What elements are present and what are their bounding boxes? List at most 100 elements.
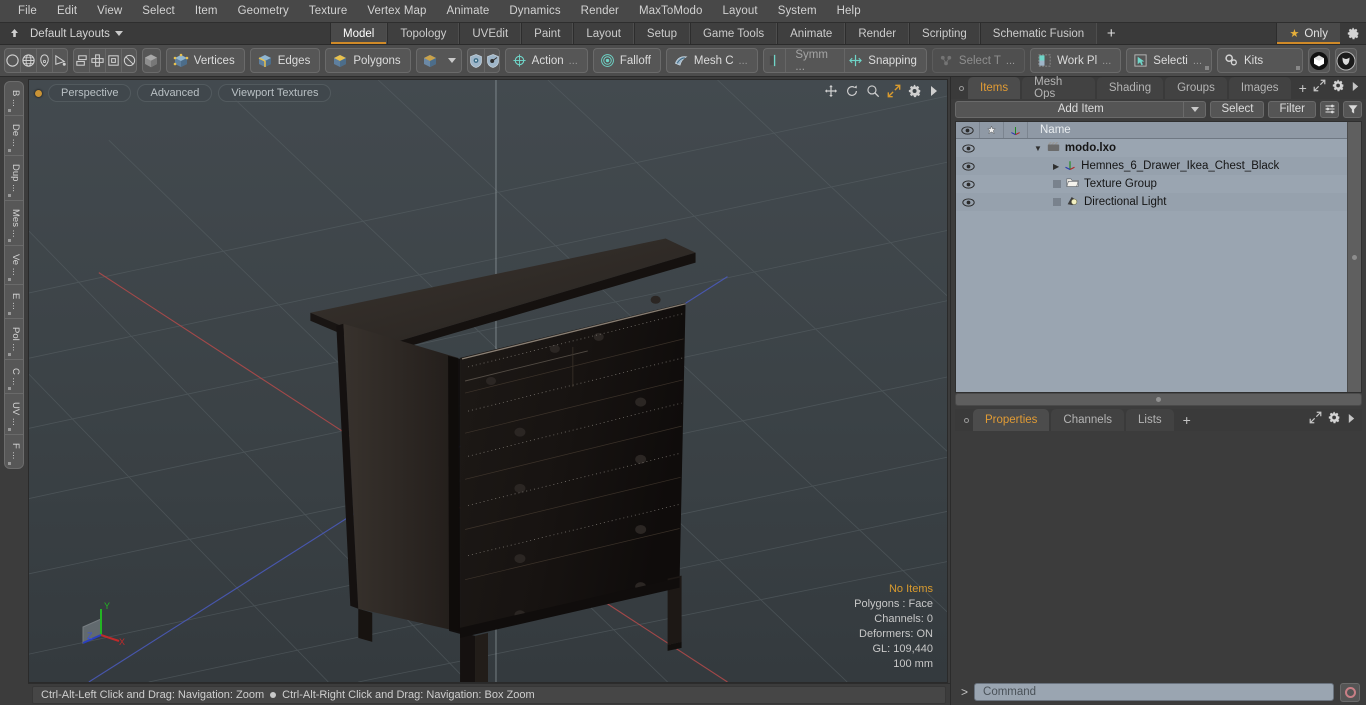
viewport-3d[interactable]: Perspective Advanced Viewport Textures Y… [28, 79, 948, 683]
row-visibility-eye-icon[interactable] [956, 197, 980, 207]
menu-item-edit[interactable]: Edit [47, 3, 87, 19]
pen-icon[interactable] [37, 49, 53, 72]
tab-lists[interactable]: Lists [1126, 409, 1174, 431]
tab-setup[interactable]: Setup [633, 23, 690, 44]
tab-schematic-fusion[interactable]: Schematic Fusion [979, 23, 1098, 44]
item-row-texture-group[interactable]: Texture Group [1028, 177, 1347, 191]
tab-model[interactable]: Model [330, 23, 388, 44]
selection-mode-vertices[interactable]: Vertices [165, 48, 245, 73]
move-icon[interactable] [824, 84, 838, 98]
viewport-view-mode[interactable]: Perspective [48, 84, 132, 102]
menu-item-geometry[interactable]: Geometry [228, 3, 299, 19]
rotate-icon[interactable] [845, 84, 859, 98]
column-add-icon[interactable] [980, 122, 1004, 138]
snapping-icon[interactable] [843, 49, 867, 72]
expander-down-icon[interactable]: ▼ [1034, 144, 1042, 153]
column-axis-icon[interactable] [1004, 122, 1028, 138]
selection-set-selector[interactable]: Selecti ... [1126, 48, 1212, 73]
item-mode-cube-button[interactable] [415, 48, 444, 73]
tab-mesh-ops[interactable]: Mesh Ops [1022, 76, 1095, 100]
vtab-mesh[interactable]: Mes ... [5, 201, 23, 247]
menu-item-file[interactable]: File [8, 3, 47, 19]
menu-item-help[interactable]: Help [827, 3, 871, 19]
item-list-horizontal-scrollbar[interactable] [955, 393, 1362, 406]
tab-channels[interactable]: Channels [1051, 409, 1125, 431]
vtab-basic[interactable]: B ... [5, 82, 23, 116]
layout-gear-icon[interactable] [1340, 23, 1366, 44]
menu-item-animate[interactable]: Animate [437, 3, 500, 19]
table-row[interactable]: ▶ Hemnes_6_Drawer_Ikea_Chest_Black [956, 157, 1347, 175]
command-input[interactable]: Command [974, 683, 1334, 701]
menu-item-maxtomodo[interactable]: MaxToModo [629, 3, 713, 19]
table-row[interactable]: Texture Group [956, 175, 1347, 193]
menu-item-select[interactable]: Select [132, 3, 185, 19]
vtab-duplicate[interactable]: Dup ... [5, 156, 23, 201]
add-item-dropdown-arrow[interactable] [1183, 101, 1205, 117]
vtab-deform[interactable]: De ... [5, 116, 23, 156]
tab-images[interactable]: Images [1228, 77, 1291, 99]
menu-item-layout[interactable]: Layout [713, 3, 768, 19]
zoom-icon[interactable] [866, 84, 880, 98]
expand-icon[interactable] [1313, 79, 1326, 97]
tab-shading[interactable]: Shading [1096, 77, 1164, 99]
menu-item-system[interactable]: System [768, 3, 827, 19]
selection-mode-edges[interactable]: Edges [249, 48, 321, 73]
align-icon[interactable] [74, 49, 91, 72]
tab-items[interactable]: Items [968, 77, 1021, 99]
menu-item-render[interactable]: Render [571, 3, 629, 19]
unreal-icon[interactable] [1335, 48, 1357, 73]
item-row-mesh[interactable]: ▶ Hemnes_6_Drawer_Ikea_Chest_Black [1028, 159, 1347, 174]
row-visibility-eye-icon[interactable] [956, 161, 980, 171]
vtab-vertex[interactable]: Ve ... [5, 246, 23, 285]
vtab-curve[interactable]: C ... [5, 360, 23, 395]
fit-icon[interactable] [887, 84, 901, 98]
panel-menu-arrow-icon[interactable] [1347, 411, 1356, 429]
panel-menu-arrow-icon[interactable] [1351, 79, 1360, 97]
pin-up-icon[interactable] [4, 25, 24, 43]
item-row-directional-light[interactable]: Directional Light [1028, 195, 1347, 210]
tab-game-tools[interactable]: Game Tools [689, 23, 778, 44]
tab-uvedit[interactable]: UVEdit [459, 23, 522, 44]
expander-right-icon[interactable]: ▶ [1053, 162, 1059, 171]
tab-topology[interactable]: Topology [387, 23, 460, 44]
vtab-polygon[interactable]: Pol ... [5, 319, 23, 360]
item-row-scene[interactable]: ▼ modo.lxo [1028, 141, 1347, 155]
frame-icon[interactable] [106, 49, 123, 72]
add-properties-tab-button[interactable]: + [1176, 409, 1198, 431]
default-layouts-dropdown[interactable]: Default Layouts [24, 28, 123, 40]
tab-animate[interactable]: Animate [777, 23, 846, 44]
tab-groups[interactable]: Groups [1165, 77, 1227, 99]
snapping-label[interactable]: Snapping [866, 55, 926, 67]
curve-icon[interactable] [53, 49, 67, 72]
menu-item-texture[interactable]: Texture [299, 3, 357, 19]
items-mode-button[interactable] [142, 48, 161, 73]
list-options-icon[interactable] [1320, 100, 1339, 118]
tab-layout[interactable]: Layout [573, 23, 634, 44]
action-center-alt-shield-icon[interactable] [485, 49, 499, 72]
tab-render[interactable]: Render [845, 23, 910, 44]
table-row[interactable]: ▼ modo.lxo [956, 139, 1347, 157]
circle-icon[interactable] [5, 49, 21, 72]
vtab-edge[interactable]: E ... [5, 285, 23, 319]
row-visibility-eye-icon[interactable] [956, 143, 980, 153]
select-button[interactable]: Select [1210, 100, 1265, 118]
menu-item-vertex-map[interactable]: Vertex Map [357, 3, 436, 19]
table-row[interactable]: Directional Light [956, 193, 1347, 211]
filter-button[interactable]: Filter [1268, 100, 1316, 118]
filter-funnel-icon[interactable] [1343, 100, 1362, 118]
item-list-vertical-scrollbar[interactable] [1347, 122, 1361, 392]
action-center-shield-icon[interactable] [468, 49, 485, 72]
center-icon[interactable] [90, 49, 107, 72]
gear-icon[interactable] [1328, 411, 1341, 429]
gear-icon[interactable] [908, 84, 922, 98]
tab-scripting[interactable]: Scripting [909, 23, 980, 44]
tab-paint[interactable]: Paint [521, 23, 574, 44]
selection-mode-polygons[interactable]: Polygons [325, 48, 411, 73]
row-visibility-eye-icon[interactable] [956, 179, 980, 189]
tab-properties[interactable]: Properties [973, 409, 1050, 431]
menu-item-item[interactable]: Item [185, 3, 228, 19]
menu-item-dynamics[interactable]: Dynamics [499, 3, 570, 19]
vtab-uv[interactable]: UV ... [5, 394, 23, 436]
item-list[interactable]: Name ▼ modo.lxo ▶ Hemnes_6_Drawer_Ikea_C… [955, 121, 1362, 393]
action-center-selector[interactable]: Action ... [504, 48, 588, 73]
